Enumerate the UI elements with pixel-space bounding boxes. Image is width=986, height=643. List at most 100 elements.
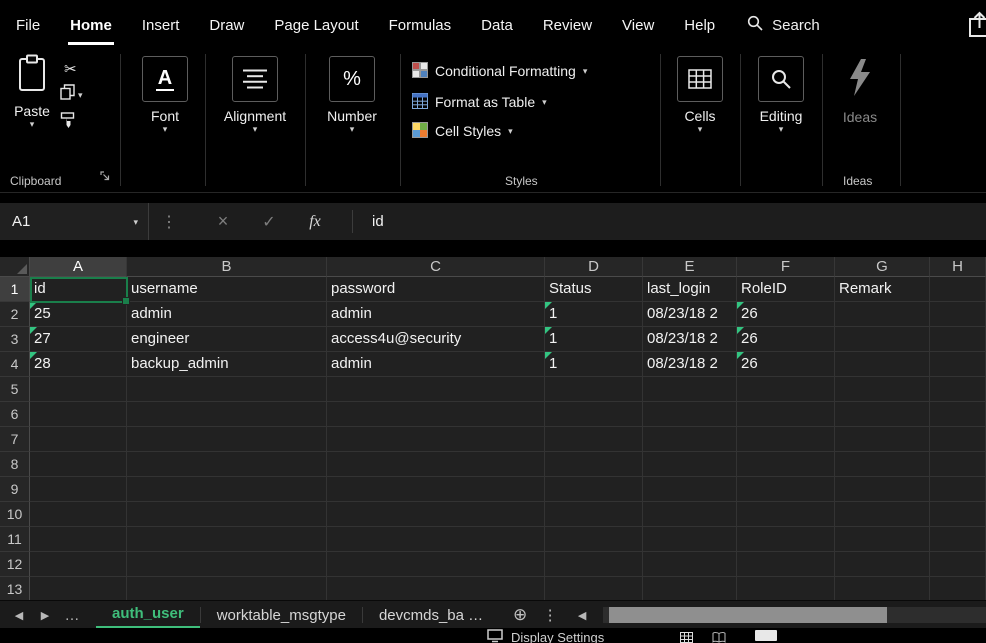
menu-tab-data[interactable]: Data: [481, 0, 513, 50]
column-header-F[interactable]: F: [737, 257, 835, 277]
cell-F8[interactable]: [737, 452, 835, 477]
cell-G9[interactable]: [835, 477, 930, 502]
editing-menu-button[interactable]: Editing ▾: [749, 56, 813, 134]
clipboard-dialog-launcher-icon[interactable]: [100, 168, 110, 186]
row-header-3[interactable]: 3: [0, 327, 30, 352]
formula-input[interactable]: id: [372, 203, 384, 240]
row-header-5[interactable]: 5: [0, 377, 30, 402]
cell-H5[interactable]: [930, 377, 986, 402]
cell-F5[interactable]: [737, 377, 835, 402]
cell-D8[interactable]: [545, 452, 643, 477]
cell-G3[interactable]: [835, 327, 930, 352]
name-box[interactable]: A1 ▾: [0, 203, 149, 240]
page-layout-view-icon[interactable]: [755, 630, 777, 641]
cell-C8[interactable]: [327, 452, 545, 477]
cell-C13[interactable]: [327, 577, 545, 600]
menu-tab-review[interactable]: Review: [543, 0, 592, 50]
cell-H1[interactable]: [930, 277, 986, 302]
cell-E4[interactable]: 08/23/18 2: [643, 352, 737, 377]
cell-G2[interactable]: [835, 302, 930, 327]
menu-tab-view[interactable]: View: [622, 0, 654, 50]
row-header-13[interactable]: 13: [0, 577, 30, 600]
cell-C7[interactable]: [327, 427, 545, 452]
sheet-nav-right-icon[interactable]: ▶: [32, 601, 58, 629]
cell-B4[interactable]: backup_admin: [127, 352, 327, 377]
cell-E13[interactable]: [643, 577, 737, 600]
cell-A8[interactable]: [30, 452, 127, 477]
drag-dots-icon[interactable]: ⋮: [158, 203, 180, 240]
cell-B7[interactable]: [127, 427, 327, 452]
cell-B3[interactable]: engineer: [127, 327, 327, 352]
cell-A4[interactable]: 28: [30, 352, 127, 377]
cell-F9[interactable]: [737, 477, 835, 502]
sheet-tab-worktable_msgtype[interactable]: worktable_msgtype: [201, 601, 362, 629]
cell-H3[interactable]: [930, 327, 986, 352]
cell-F7[interactable]: [737, 427, 835, 452]
cell-B6[interactable]: [127, 402, 327, 427]
cell-D6[interactable]: [545, 402, 643, 427]
cell-C4[interactable]: admin: [327, 352, 545, 377]
cell-D10[interactable]: [545, 502, 643, 527]
cell-F4[interactable]: 26: [737, 352, 835, 377]
cell-A2[interactable]: 25: [30, 302, 127, 327]
cell-G6[interactable]: [835, 402, 930, 427]
cell-H7[interactable]: [930, 427, 986, 452]
cell-H6[interactable]: [930, 402, 986, 427]
cell-E3[interactable]: 08/23/18 2: [643, 327, 737, 352]
ideas-button[interactable]: Ideas: [832, 58, 888, 125]
cell-E5[interactable]: [643, 377, 737, 402]
cell-A12[interactable]: [30, 552, 127, 577]
menu-tab-home[interactable]: Home: [70, 0, 112, 50]
cell-B1[interactable]: username: [127, 277, 327, 302]
row-header-11[interactable]: 11: [0, 527, 30, 552]
new-sheet-icon[interactable]: ⊕: [503, 601, 537, 629]
cell-C5[interactable]: [327, 377, 545, 402]
cell-A5[interactable]: [30, 377, 127, 402]
row-header-10[interactable]: 10: [0, 502, 30, 527]
cell-D11[interactable]: [545, 527, 643, 552]
cell-D3[interactable]: 1: [545, 327, 643, 352]
cell-B10[interactable]: [127, 502, 327, 527]
cell-D4[interactable]: 1: [545, 352, 643, 377]
cell-A9[interactable]: [30, 477, 127, 502]
cell-E7[interactable]: [643, 427, 737, 452]
search-button[interactable]: Search: [747, 15, 820, 35]
cell-G4[interactable]: [835, 352, 930, 377]
sheet-nav-left-icon[interactable]: ◀: [6, 601, 32, 629]
horizontal-scrollbar-thumb[interactable]: [609, 607, 887, 623]
cell-E2[interactable]: 08/23/18 2: [643, 302, 737, 327]
cell-D12[interactable]: [545, 552, 643, 577]
alignment-menu-button[interactable]: Alignment ▾: [215, 56, 295, 134]
cell-B13[interactable]: [127, 577, 327, 600]
more-sheets-icon[interactable]: …: [58, 601, 86, 629]
book-view-icon[interactable]: [712, 630, 726, 643]
column-header-A[interactable]: A: [30, 257, 127, 277]
copy-button[interactable]: ▾: [60, 84, 83, 105]
cut-button[interactable]: ✂: [64, 60, 77, 78]
cell-G1[interactable]: Remark: [835, 277, 930, 302]
cell-G7[interactable]: [835, 427, 930, 452]
cell-H10[interactable]: [930, 502, 986, 527]
display-settings-button[interactable]: Display Settings: [487, 629, 604, 643]
conditional-formatting-button[interactable]: Conditional Formatting ▾: [412, 60, 587, 82]
cell-D5[interactable]: [545, 377, 643, 402]
hscroll-left-icon[interactable]: ◀: [569, 601, 595, 629]
cell-G12[interactable]: [835, 552, 930, 577]
cell-A13[interactable]: [30, 577, 127, 600]
paste-button[interactable]: Paste ▾: [6, 54, 58, 129]
cell-H11[interactable]: [930, 527, 986, 552]
cell-C11[interactable]: [327, 527, 545, 552]
cell-C3[interactable]: access4u@security: [327, 327, 545, 352]
cell-H13[interactable]: [930, 577, 986, 600]
row-header-6[interactable]: 6: [0, 402, 30, 427]
cell-A3[interactable]: 27: [30, 327, 127, 352]
cell-G13[interactable]: [835, 577, 930, 600]
cell-F2[interactable]: 26: [737, 302, 835, 327]
menu-tab-page-layout[interactable]: Page Layout: [274, 0, 358, 50]
cell-B11[interactable]: [127, 527, 327, 552]
row-header-1[interactable]: 1: [0, 277, 30, 302]
cell-B2[interactable]: admin: [127, 302, 327, 327]
format-as-table-button[interactable]: Format as Table ▾: [412, 91, 547, 113]
font-menu-button[interactable]: A Font ▾: [133, 56, 197, 134]
row-header-2[interactable]: 2: [0, 302, 30, 327]
